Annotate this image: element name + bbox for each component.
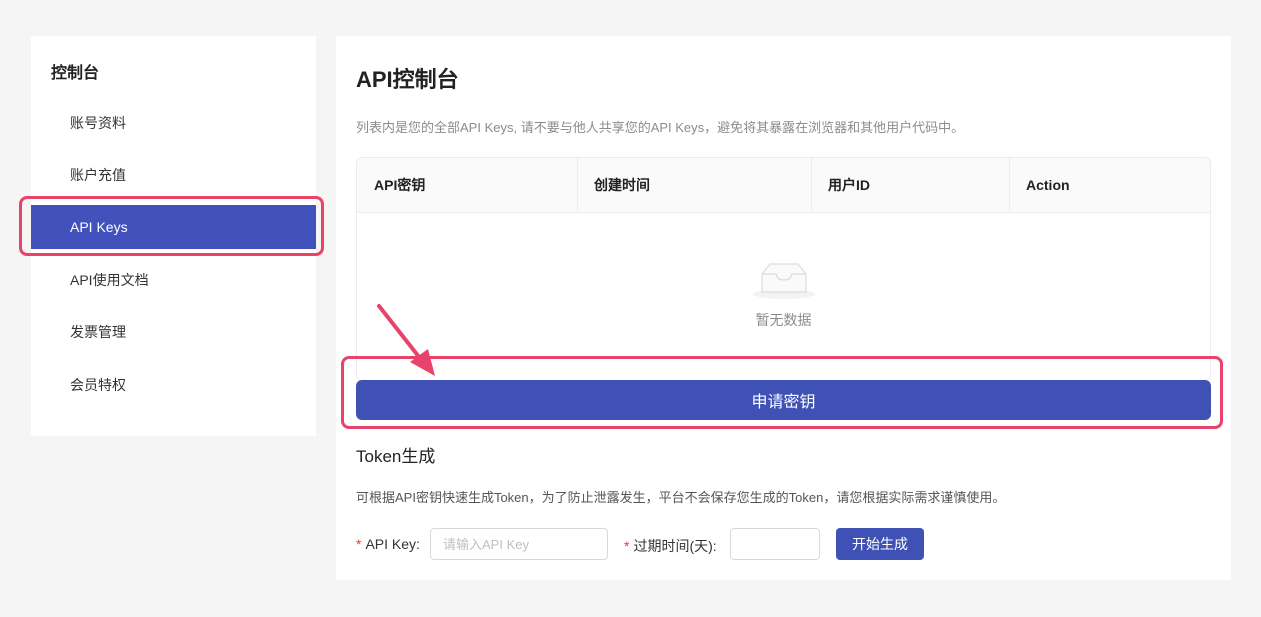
empty-text: 暂无数据 (755, 312, 812, 328)
token-section-description: 可根据API密钥快速生成Token，为了防止泄露发生，平台不会保存您生成的Tok… (356, 490, 1006, 505)
api-key-label: * API Key: (356, 536, 420, 552)
api-keys-table: API密钥 创建时间 用户ID Action 暂无数据 (356, 157, 1211, 381)
sidebar-title: 控制台 (51, 65, 100, 82)
sidebar: 控制台 账号资料 账户充值 API Keys API使用文档 发票管理 会员特权 (31, 36, 316, 436)
sidebar-item-membership[interactable]: 会员特权 (31, 363, 316, 407)
required-mark: * (356, 536, 362, 552)
expire-days-label-text: 过期时间(天) (633, 538, 713, 554)
main-panel: API控制台 列表内是您的全部API Keys, 请不要与他人共享您的API K… (336, 36, 1231, 580)
api-key-label-text: API Key (365, 536, 417, 552)
page-title: API控制台 (356, 67, 459, 92)
sidebar-item-api-keys[interactable]: API Keys (31, 205, 316, 249)
api-key-input[interactable] (430, 528, 608, 560)
table-header: API密钥 创建时间 用户ID Action (357, 158, 1210, 213)
token-section-title: Token生成 (356, 447, 436, 466)
sidebar-item-account-profile[interactable]: 账号资料 (31, 101, 316, 145)
column-divider (577, 158, 578, 213)
generate-token-button[interactable]: 开始生成 (836, 528, 924, 560)
page-description: 列表内是您的全部API Keys, 请不要与他人共享您的API Keys，避免将… (356, 120, 965, 135)
column-header-api-key: API密钥 (374, 177, 426, 193)
sidebar-item-api-docs[interactable]: API使用文档 (31, 258, 316, 302)
column-header-user-id: 用户ID (828, 177, 870, 193)
column-header-created-time: 创建时间 (594, 177, 650, 193)
expire-days-input[interactable] (730, 528, 820, 560)
required-mark: * (624, 538, 630, 554)
sidebar-item-invoice[interactable]: 发票管理 (31, 310, 316, 354)
sidebar-item-recharge[interactable]: 账户充值 (31, 153, 316, 197)
column-header-action: Action (1026, 177, 1070, 193)
apply-key-button[interactable]: 申请密钥 (356, 380, 1211, 420)
empty-inbox-icon (752, 263, 815, 299)
column-divider (1009, 158, 1010, 213)
column-divider (811, 158, 812, 213)
empty-state: 暂无数据 (357, 258, 1210, 330)
expire-days-label: * 过期时间(天): (624, 538, 717, 554)
